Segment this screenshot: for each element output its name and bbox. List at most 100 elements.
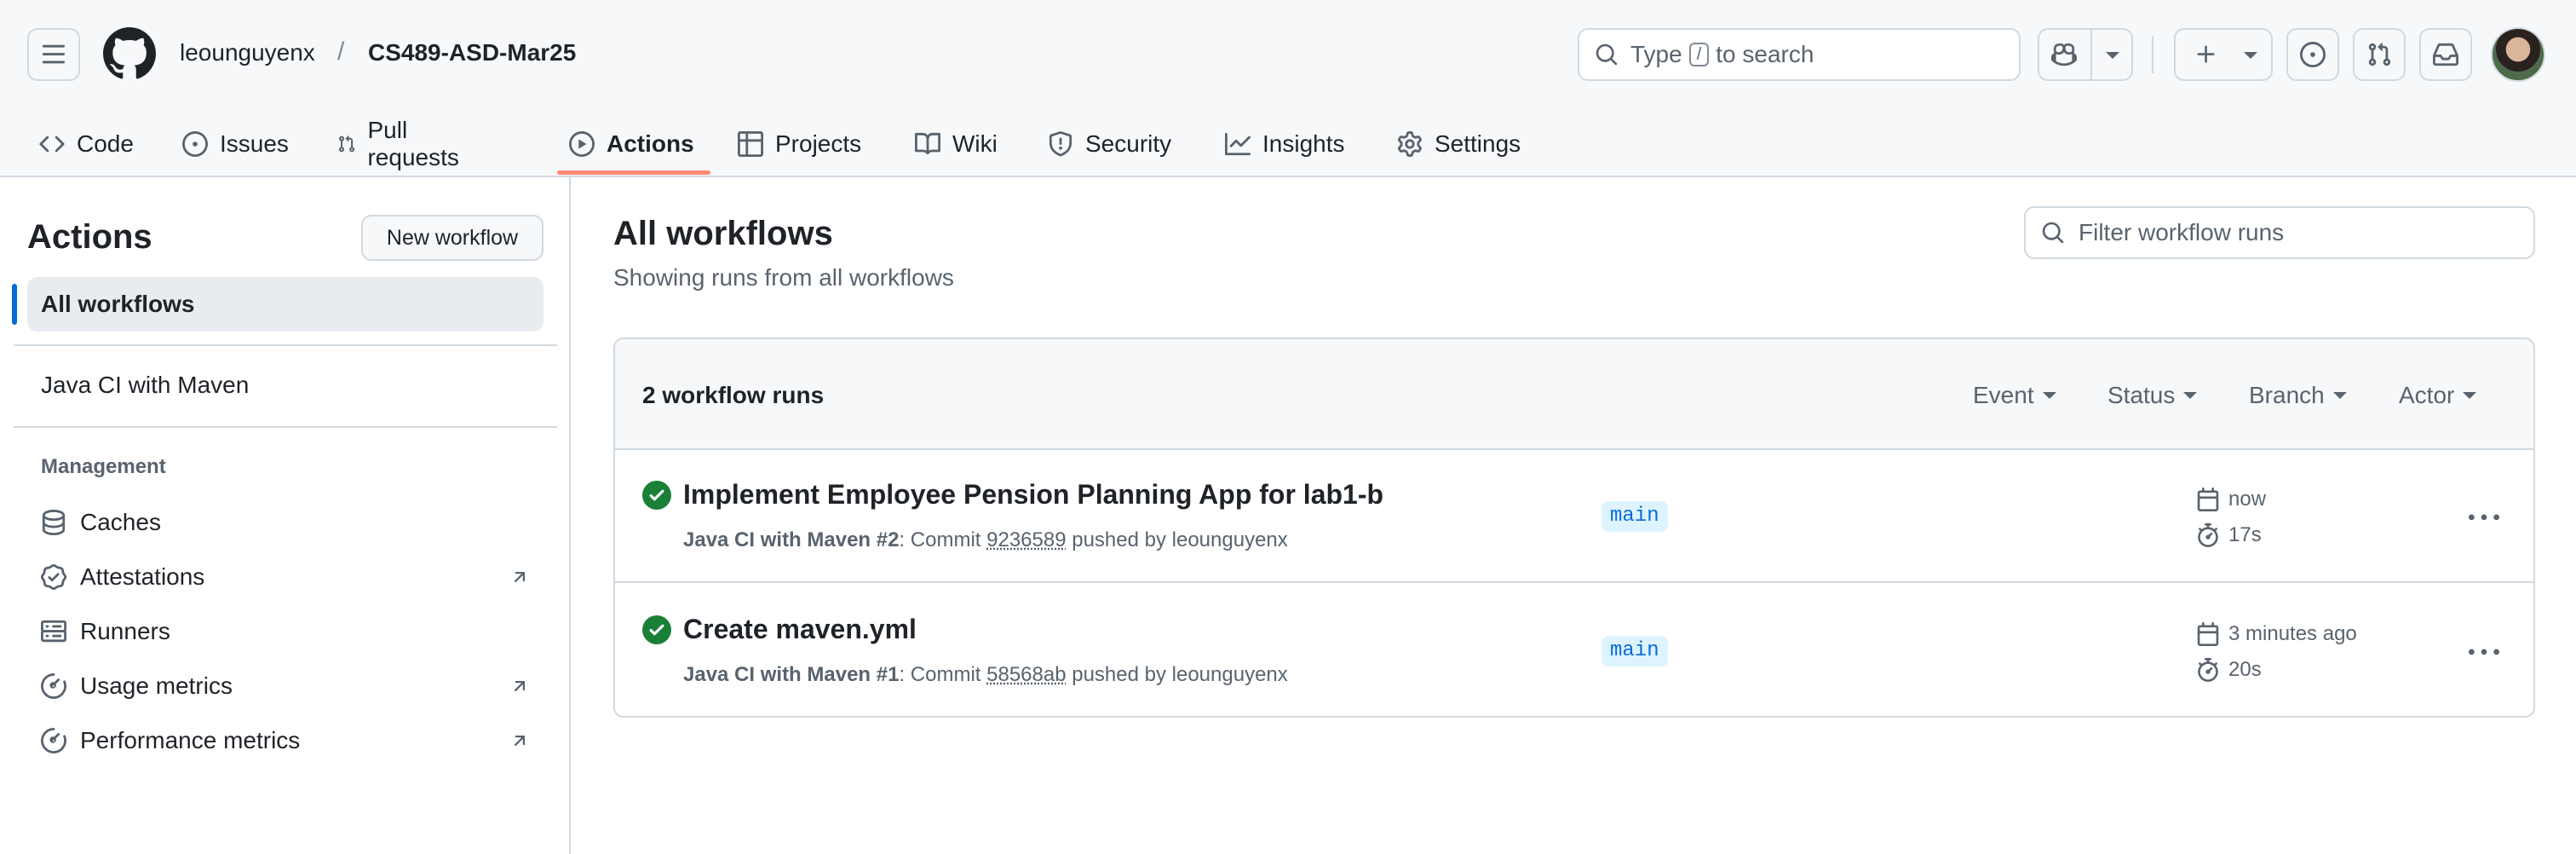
branch-filter-dropdown[interactable]: Branch xyxy=(2249,382,2347,409)
status-filter-dropdown[interactable]: Status xyxy=(2107,382,2198,409)
run-when: 3 minutes ago xyxy=(2228,622,2357,645)
copilot-icon xyxy=(2051,43,2077,66)
sidebar-item-runners[interactable]: Runners xyxy=(41,610,530,653)
check-circle-fill-icon xyxy=(642,615,671,644)
workflow-run-row[interactable]: Implement Employee Pension Planning App … xyxy=(615,450,2533,583)
code-icon xyxy=(39,136,65,153)
tab-pull-requests[interactable]: Pull requests xyxy=(337,111,466,177)
sidebar-item-all-workflows[interactable]: All workflows xyxy=(27,277,543,332)
kebab-horizontal-icon[interactable] xyxy=(2469,503,2499,534)
database-icon xyxy=(42,510,66,535)
header-divider xyxy=(2152,36,2153,73)
check-circle-fill-icon xyxy=(642,481,671,510)
pushed-by: pushed by leounguyenx xyxy=(1072,663,1288,686)
run-duration-value: 20s xyxy=(2228,658,2262,681)
filter-workflow-runs-input[interactable]: Filter workflow runs xyxy=(2024,206,2535,259)
kebab-horizontal-icon[interactable] xyxy=(2469,638,2499,668)
breadcrumb-owner[interactable]: leounguyenx xyxy=(180,39,315,66)
event-filter-dropdown[interactable]: Event xyxy=(1973,382,2056,409)
run-title-link[interactable]: Create maven.yml xyxy=(683,614,917,645)
chevron-down-icon xyxy=(2244,52,2257,59)
branch-badge[interactable]: main xyxy=(1601,501,1668,532)
book-icon xyxy=(915,132,940,155)
your-issues-button[interactable] xyxy=(2286,28,2339,81)
actions-sidebar: Actions New workflow All workflows Java … xyxy=(0,177,571,854)
stopwatch-icon xyxy=(2198,658,2218,682)
run-duration: 17s xyxy=(2196,523,2262,547)
play-icon xyxy=(569,131,595,157)
tab-code[interactable]: Code xyxy=(39,111,134,177)
inbox-button[interactable] xyxy=(2419,28,2472,81)
sidebar-divider xyxy=(14,344,557,346)
sidebar-title: Actions xyxy=(27,218,152,256)
meter-icon xyxy=(41,728,66,753)
commit-sha-link[interactable]: 9236589 xyxy=(986,528,1066,551)
graph-icon xyxy=(1225,132,1251,156)
run-workflow-name: Java CI with Maven xyxy=(683,663,871,686)
commit-sha-link[interactable]: 58568ab xyxy=(986,663,1066,686)
breadcrumb-separator: / xyxy=(337,38,345,66)
run-timestamp: 3 minutes ago xyxy=(2196,622,2357,646)
run-meta: Java CI with Maven #1: Commit 58568ab pu… xyxy=(683,663,1288,687)
meter-icon xyxy=(41,673,66,699)
your-pull-requests-button[interactable] xyxy=(2353,28,2406,81)
search-icon xyxy=(2042,222,2064,244)
chevron-down-icon[interactable] xyxy=(2106,52,2119,59)
sidebar-item-label: Caches xyxy=(80,509,161,535)
sidebar-item-caches[interactable]: Caches xyxy=(41,501,530,544)
filter-label: Actor xyxy=(2399,382,2455,408)
sidebar-item-attestations[interactable]: Attestations xyxy=(41,556,530,598)
table-icon xyxy=(738,131,763,157)
chevron-down-icon xyxy=(2332,392,2347,399)
run-title-link[interactable]: Implement Employee Pension Planning App … xyxy=(683,479,1383,511)
tab-issues[interactable]: Issues xyxy=(182,111,289,177)
chevron-down-icon xyxy=(2463,392,2477,399)
tab-actions[interactable]: Actions xyxy=(569,111,694,177)
menu-button[interactable] xyxy=(27,28,80,81)
new-workflow-button[interactable]: New workflow xyxy=(361,215,543,261)
tab-label: Insights xyxy=(1262,130,1345,157)
tab-insights[interactable]: Insights xyxy=(1225,111,1345,177)
commit-prefix: : Commit xyxy=(899,528,981,551)
arrow-up-right-icon xyxy=(514,572,526,583)
run-when: now xyxy=(2228,488,2267,511)
sidebar-item-usage-metrics[interactable]: Usage metrics xyxy=(41,665,530,707)
calendar-icon xyxy=(2197,622,2219,646)
runs-list-header: 2 workflow runs Event Status Branch Acto… xyxy=(615,339,2533,450)
tab-security[interactable]: Security xyxy=(1048,111,1171,177)
tab-projects[interactable]: Projects xyxy=(738,111,861,177)
create-new-button[interactable] xyxy=(2174,28,2273,81)
active-item-indicator xyxy=(12,284,17,325)
sidebar-item-performance-metrics[interactable]: Performance metrics xyxy=(41,719,530,762)
plus-icon xyxy=(2197,45,2215,63)
search-shortcut-key: / xyxy=(1688,43,1710,66)
global-header: leounguyenx / CS489-ASD-Mar25 Type / to … xyxy=(0,0,2576,177)
filter-placeholder: Filter workflow runs xyxy=(2079,219,2285,245)
actor-filter-dropdown[interactable]: Actor xyxy=(2399,382,2477,409)
run-timestamp: now xyxy=(2196,488,2266,511)
github-logo-icon[interactable] xyxy=(103,27,156,80)
user-avatar[interactable] xyxy=(2491,27,2545,82)
tab-wiki[interactable]: Wiki xyxy=(915,111,998,177)
copilot-button[interactable] xyxy=(2038,28,2133,81)
run-meta: Java CI with Maven #2: Commit 9236589 pu… xyxy=(683,528,1288,552)
tab-settings[interactable]: Settings xyxy=(1397,111,1521,177)
chevron-down-icon xyxy=(2183,392,2198,399)
sidebar-divider xyxy=(14,426,557,428)
filter-label: Event xyxy=(1973,382,2034,408)
git-pull-request-icon xyxy=(339,136,355,153)
issue-opened-icon xyxy=(2300,42,2326,67)
search-input[interactable]: Type / to search xyxy=(1578,28,2021,81)
git-pull-request-icon xyxy=(2368,43,2391,66)
search-icon xyxy=(1596,43,1618,66)
sidebar-item-java-ci-with-maven[interactable]: Java CI with Maven xyxy=(41,372,249,399)
server-icon xyxy=(41,620,66,643)
copilot-divider xyxy=(2090,30,2092,79)
tab-label: Pull requests xyxy=(367,117,459,170)
workflow-run-row[interactable]: Create maven.yml Java CI with Maven #1: … xyxy=(615,585,2533,716)
breadcrumb-repo[interactable]: CS489-ASD-Mar25 xyxy=(368,39,576,66)
sidebar-item-label: Attestations xyxy=(80,563,205,590)
pushed-by: pushed by leounguyenx xyxy=(1072,528,1288,551)
branch-badge[interactable]: main xyxy=(1601,636,1668,666)
chevron-down-icon xyxy=(2042,392,2056,399)
